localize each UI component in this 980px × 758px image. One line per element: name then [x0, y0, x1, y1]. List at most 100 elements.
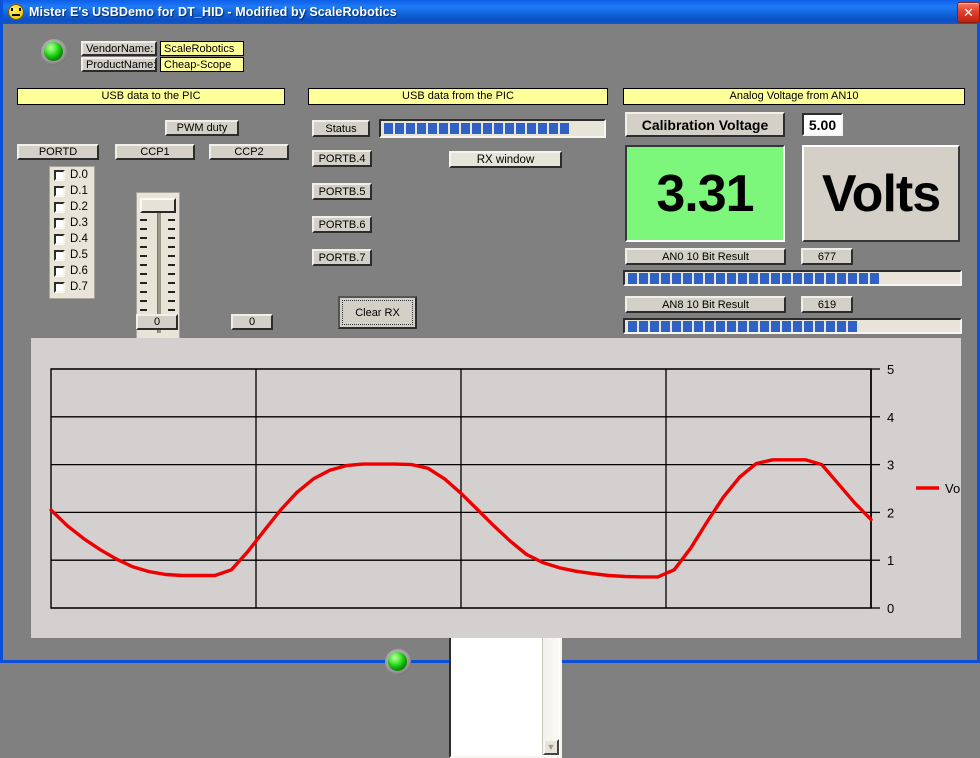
portd-checkbox-label: D.1 — [70, 185, 88, 197]
an0-segment — [628, 273, 637, 284]
status-label: Status — [312, 120, 370, 137]
analog-voltage-header: Analog Voltage from AN10 — [623, 88, 965, 105]
slider-tick — [140, 264, 147, 266]
scroll-down-icon[interactable]: ▼ — [543, 739, 559, 755]
portd-checkbox-row[interactable]: D.1 — [50, 183, 94, 199]
status-segment — [516, 123, 525, 134]
voltage-readout: 3.31 — [625, 145, 785, 242]
status-segment — [406, 123, 415, 134]
voltage-value: 3.31 — [656, 164, 753, 224]
an8-segment — [848, 321, 857, 332]
portd-checkbox-D1[interactable] — [54, 186, 65, 197]
ccp1-slider-thumb[interactable] — [140, 198, 176, 213]
status-segment — [483, 123, 492, 134]
portd-checkbox-label: D.5 — [70, 249, 88, 261]
an0-segment — [683, 273, 692, 284]
portd-checkbox-D0[interactable] — [54, 170, 65, 181]
an8-segment — [738, 321, 747, 332]
connection-led-icon — [41, 39, 67, 65]
voltage-chart: 012345Volts — [31, 338, 961, 638]
an0-segment — [705, 273, 714, 284]
portd-checkbox-D4[interactable] — [54, 234, 65, 245]
portd-checkbox-row[interactable]: D.7 — [50, 279, 94, 295]
an0-segment — [771, 273, 780, 284]
slider-tick — [168, 219, 175, 221]
portb4-label: PORTB.4 — [312, 150, 372, 167]
vendor-name-value: ScaleRobotics — [160, 41, 244, 56]
an0-segment — [639, 273, 648, 284]
status-segment — [549, 123, 558, 134]
an8-segment — [716, 321, 725, 332]
ccp1-value: 0 — [136, 314, 178, 330]
an0-segment — [738, 273, 747, 284]
portd-checkbox-group: D.0 D.1 D.2D.3 D.4 D.5 D.6 D.7 — [49, 166, 95, 299]
an0-progress-bar — [623, 270, 962, 286]
an0-segment — [826, 273, 835, 284]
an8-segment — [639, 321, 648, 332]
ccp1-label: CCP1 — [115, 144, 195, 160]
calibration-voltage-input[interactable]: 5.00 — [802, 113, 843, 136]
portd-checkbox-row[interactable]: D.5 — [50, 247, 94, 263]
slider-tick — [140, 300, 147, 302]
an8-segment — [749, 321, 758, 332]
portd-checkbox-row[interactable]: D.6 — [50, 263, 94, 279]
an0-result-label: AN0 10 Bit Result — [625, 248, 786, 265]
an0-segment — [694, 273, 703, 284]
close-button[interactable]: ✕ — [957, 2, 980, 23]
portd-checkbox-D6[interactable] — [54, 266, 65, 277]
status-segment — [428, 123, 437, 134]
an0-result-value: 677 — [801, 248, 853, 265]
an0-segment — [815, 273, 824, 284]
slider-tick — [140, 246, 147, 248]
portd-checkbox-row[interactable]: D.4 — [50, 231, 94, 247]
an8-segment — [771, 321, 780, 332]
status-segment — [505, 123, 514, 134]
status-segment — [538, 123, 547, 134]
status-segment — [395, 123, 404, 134]
portd-checkbox-label: D.7 — [70, 281, 88, 293]
voltage-unit-label: Volts — [822, 164, 940, 224]
usb-from-pic-header: USB data from the PIC — [308, 88, 608, 105]
voltage-chart-svg: 012345Volts — [31, 338, 961, 638]
slider-tick — [140, 255, 147, 257]
an8-segment — [760, 321, 769, 332]
ccp2-value: 0 — [231, 314, 273, 330]
an8-segment — [650, 321, 659, 332]
portd-checkbox-label: D.4 — [70, 233, 88, 245]
voltage-unit-display: Volts — [802, 145, 960, 242]
slider-tick — [168, 309, 175, 311]
chart-ytick-label: 3 — [887, 458, 894, 473]
status-segment — [494, 123, 503, 134]
portd-checkbox-row[interactable]: D.2 — [50, 199, 94, 215]
portd-checkbox-D2[interactable] — [54, 202, 65, 213]
chart-legend-label: Volts — [945, 481, 961, 496]
ccp2-label: CCP2 — [209, 144, 289, 160]
product-name-label: ProductName: — [81, 57, 157, 72]
slider-tick — [140, 237, 147, 239]
an8-segment — [727, 321, 736, 332]
portd-checkbox-D3[interactable] — [54, 218, 65, 229]
rx-window-label: RX window — [449, 151, 562, 168]
chart-ytick-label: 1 — [887, 553, 894, 568]
title-bar: Mister E's USBDemo for DT_HID - Modified… — [3, 0, 980, 24]
an0-segment — [650, 273, 659, 284]
an8-segment — [683, 321, 692, 332]
portd-checkbox-row[interactable]: D.3 — [50, 215, 94, 231]
usb-to-pic-header: USB data to the PIC — [17, 88, 285, 105]
an0-segment — [804, 273, 813, 284]
slider-tick — [168, 291, 175, 293]
an8-result-value: 619 — [801, 296, 853, 313]
portd-checkbox-D5[interactable] — [54, 250, 65, 261]
portd-checkbox-D7[interactable] — [54, 282, 65, 293]
pwm-duty-label: PWM duty — [165, 120, 239, 136]
portd-label: PORTD — [17, 144, 99, 160]
clear-rx-button[interactable]: Clear RX — [338, 296, 417, 329]
an0-segment — [782, 273, 791, 284]
vendor-name-label: VendorName: — [81, 41, 157, 56]
portb7-led-icon — [385, 649, 411, 675]
portd-checkbox-row[interactable]: D.0 — [50, 167, 94, 183]
smiley-face-icon — [8, 4, 24, 20]
an8-segment — [672, 321, 681, 332]
slider-tick — [168, 255, 175, 257]
status-segment — [450, 123, 459, 134]
